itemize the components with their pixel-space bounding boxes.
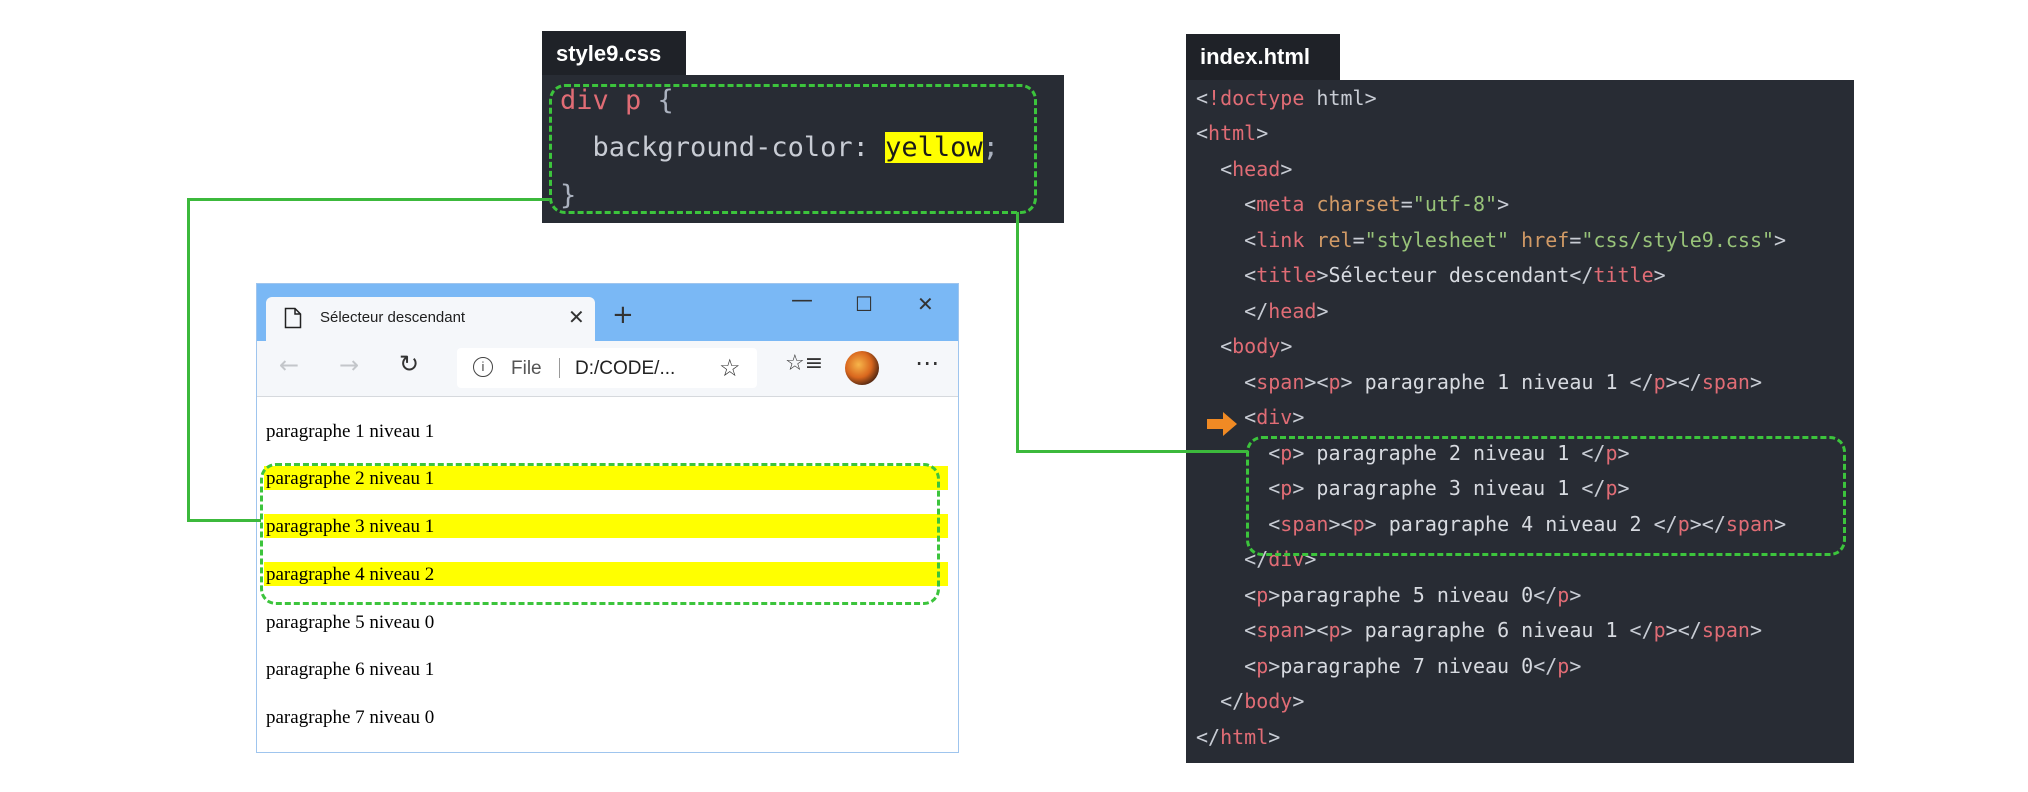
address-divider bbox=[559, 358, 560, 378]
address-bar[interactable]: i File D:/CODE/... ☆ bbox=[457, 348, 757, 388]
connector-css-to-browser-bottom bbox=[187, 519, 261, 522]
html-line-5-text: <link rel="stylesheet" href="css/style9.… bbox=[1244, 228, 1787, 252]
browser-toolbar: ← → ↻ i File D:/CODE/... ☆ ☆≡ ⋯ bbox=[257, 341, 958, 397]
html-line-6-text: <title>Sélecteur descendant</title> bbox=[1244, 263, 1666, 287]
html-line-4-text: <meta charset="utf-8"> bbox=[1244, 192, 1510, 216]
close-window-icon[interactable]: ✕ bbox=[917, 292, 934, 316]
arrow-right-icon bbox=[1207, 412, 1237, 436]
connector-css-to-html-vertical bbox=[1016, 212, 1019, 453]
paragraph-1: paragraphe 1 niveau 1 bbox=[266, 421, 435, 442]
html-line-8: <body> bbox=[1196, 332, 1292, 360]
html-line-2: <html> bbox=[1196, 119, 1268, 147]
html-line-3-text: <head> bbox=[1220, 157, 1293, 181]
browser-titlebar: Sélecteur descendant ✕ + — ☐ ✕ bbox=[257, 284, 958, 341]
forward-icon[interactable]: → bbox=[339, 351, 359, 379]
favorite-star-icon[interactable]: ☆ bbox=[719, 354, 741, 383]
css-file-tab[interactable]: style9.css bbox=[542, 31, 686, 77]
paragraph-5: paragraphe 5 niveau 0 bbox=[266, 612, 435, 633]
html-line-7: </head> bbox=[1196, 297, 1328, 325]
html-line-6: <title>Sélecteur descendant</title> bbox=[1196, 261, 1666, 289]
back-icon[interactable]: ← bbox=[279, 351, 299, 379]
html-line-17: <p>paragraphe 7 niveau 0</p> bbox=[1196, 652, 1581, 680]
maximize-icon[interactable]: ☐ bbox=[855, 292, 873, 316]
minimize-icon[interactable]: — bbox=[791, 288, 813, 313]
page-icon bbox=[284, 307, 302, 329]
connector-css-to-browser-vertical bbox=[187, 198, 190, 522]
browser-tab[interactable]: Sélecteur descendant ✕ bbox=[266, 297, 595, 341]
html-line-9: <span><p> paragraphe 1 niveau 1 </p></sp… bbox=[1196, 368, 1762, 396]
html-line-19-text: </html> bbox=[1196, 725, 1281, 749]
html-file-tab[interactable]: index.html bbox=[1186, 34, 1340, 80]
address-text: D:/CODE/... bbox=[575, 358, 676, 379]
div-children-dashed-box bbox=[1246, 436, 1846, 556]
html-line-8-text: <body> bbox=[1220, 334, 1293, 358]
html-line-9-text: <span><p> paragraphe 1 niveau 1 </p></sp… bbox=[1244, 370, 1763, 394]
avatar[interactable] bbox=[845, 351, 879, 385]
html-line-2-text: <html> bbox=[1196, 121, 1269, 145]
html-line-5: <link rel="stylesheet" href="css/style9.… bbox=[1196, 226, 1786, 254]
more-options-icon[interactable]: ⋯ bbox=[915, 349, 939, 377]
html-line-19: </html> bbox=[1196, 723, 1280, 751]
html-line-7-text: </head> bbox=[1244, 299, 1329, 323]
new-tab-icon[interactable]: + bbox=[612, 300, 634, 330]
info-icon[interactable]: i bbox=[473, 357, 493, 377]
favorites-list-icon[interactable]: ☆≡ bbox=[785, 351, 823, 376]
connector-css-to-browser-top bbox=[187, 198, 549, 201]
html-line-1: <!doctype html> bbox=[1196, 84, 1377, 112]
connector-css-to-html-horizontal bbox=[1016, 450, 1248, 453]
html-code-panel: <!doctype html> <html> <head> <meta char… bbox=[1186, 80, 1854, 763]
browser-tab-title: Sélecteur descendant bbox=[320, 309, 466, 326]
close-tab-icon[interactable]: ✕ bbox=[568, 305, 585, 329]
css-rule-dashed-box bbox=[549, 84, 1037, 214]
html-line-16: <span><p> paragraphe 6 niveau 1 </p></sp… bbox=[1196, 616, 1762, 644]
html-line-1-text: <!doctype html> bbox=[1196, 86, 1377, 110]
html-line-4: <meta charset="utf-8"> bbox=[1196, 190, 1509, 218]
html-line-18: </body> bbox=[1196, 687, 1304, 715]
html-line-17-text: <p>paragraphe 7 niveau 0</p> bbox=[1244, 654, 1582, 678]
html-line-16-text: <span><p> paragraphe 6 niveau 1 </p></sp… bbox=[1244, 618, 1763, 642]
paragraph-6: paragraphe 6 niveau 1 bbox=[266, 659, 435, 680]
html-line-15-text: <p>paragraphe 5 niveau 0</p> bbox=[1244, 583, 1582, 607]
html-line-3: <head> bbox=[1196, 155, 1292, 183]
address-prefix: File bbox=[511, 358, 542, 379]
refresh-icon[interactable]: ↻ bbox=[399, 350, 419, 378]
browser-highlight-dashed-box bbox=[260, 463, 940, 605]
html-line-15: <p>paragraphe 5 niveau 0</p> bbox=[1196, 581, 1581, 609]
html-line-18-text: </body> bbox=[1220, 689, 1305, 713]
paragraph-7: paragraphe 7 niveau 0 bbox=[266, 707, 435, 728]
